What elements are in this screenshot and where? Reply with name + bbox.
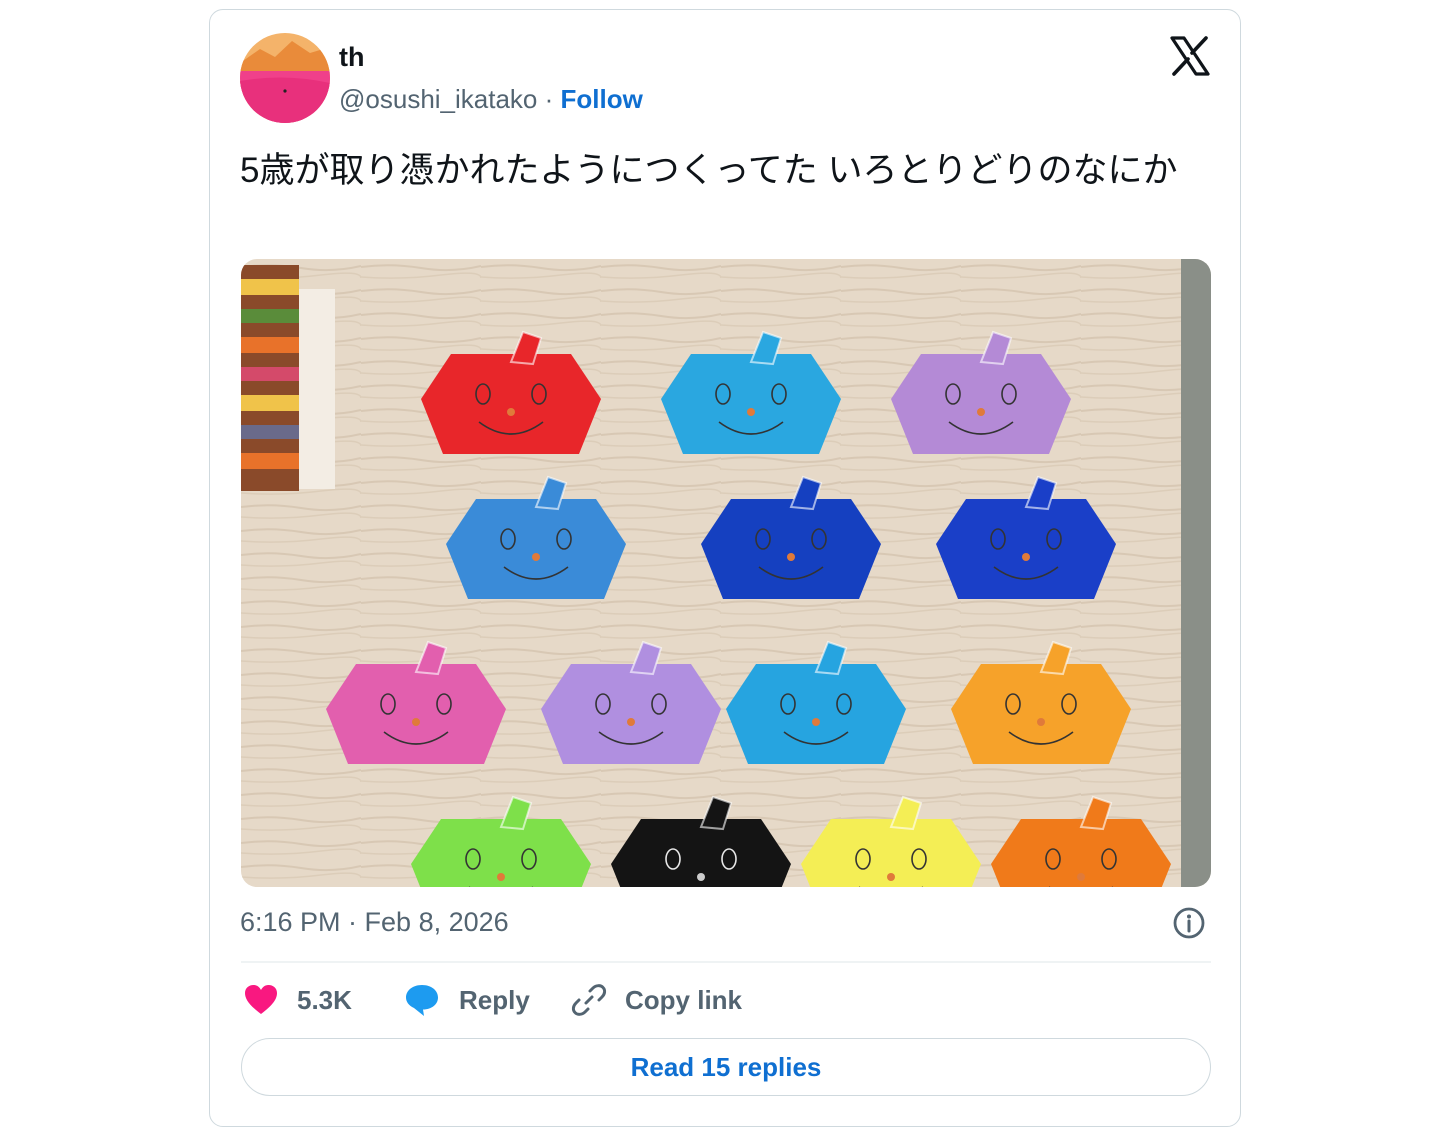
speech-bubble-icon [406,985,438,1016]
user-handle[interactable]: @osushi_ikatako [339,84,537,114]
tweet-timestamp[interactable]: 6:16 PM · Feb 8, 2026 [240,907,509,938]
like-button[interactable]: 5.3K [243,978,352,1022]
tweet-text: 5歳が取り憑かれたようにつくってた いろとりどりのなにか [240,151,1178,190]
display-name[interactable]: th [339,42,364,73]
striped-folder [241,265,335,491]
read-replies-button[interactable]: Read 15 replies [241,1038,1211,1096]
table-edge [1181,259,1211,887]
link-icon [571,984,607,1016]
divider [241,961,1211,963]
reply-button[interactable]: Reply [403,978,530,1022]
tweet-card: th @osushi_ikatako · Follow 5歳が取り憑かれたように… [209,9,1241,1127]
info-icon[interactable] [1172,906,1206,940]
like-count: 5.3K [297,984,352,1015]
reply-label: Reply [459,984,530,1015]
handle-row: @osushi_ikatako · Follow [339,84,643,115]
separator-dot: · [537,84,561,114]
copy-link-label: Copy link [625,984,743,1015]
x-logo-icon[interactable] [1168,34,1212,78]
heart-icon [245,985,277,1014]
copy-link-button[interactable]: Copy link [571,978,742,1022]
avatar[interactable] [240,33,330,123]
follow-button[interactable]: Follow [561,84,643,114]
tweet-photo[interactable] [241,259,1211,887]
